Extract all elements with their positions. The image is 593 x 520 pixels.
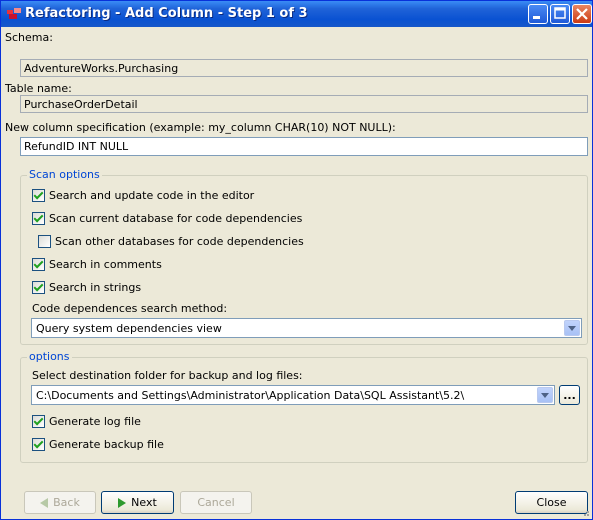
app-icon: [7, 8, 21, 19]
schema-label: Schema:: [5, 31, 53, 44]
chevron-down-icon[interactable]: [564, 320, 580, 336]
minimize-button[interactable]: [528, 4, 548, 24]
browse-folder-button[interactable]: ...: [559, 385, 580, 405]
window-title: Refactoring - Add Column - Step 1 of 3: [25, 6, 308, 21]
table-name-label: Table name:: [5, 82, 72, 95]
scan-other-db-checkbox[interactable]: Scan other databases for code dependenci…: [38, 233, 304, 249]
chevron-down-icon[interactable]: [537, 387, 553, 403]
checkbox-label: Search in strings: [49, 280, 142, 294]
destination-folder-value: C:\Documents and Settings\Administrator\…: [36, 389, 465, 402]
search-method-value: Query system dependencies view: [36, 322, 222, 335]
close-icon: [576, 8, 588, 20]
search-comments-checkbox[interactable]: Search in comments: [32, 256, 162, 272]
scan-current-db-checkbox[interactable]: Scan current database for code dependenc…: [32, 210, 302, 226]
checkbox-label: Generate backup file: [49, 437, 164, 451]
close-window-button[interactable]: [572, 4, 592, 24]
checkbox-icon: [32, 211, 45, 225]
generate-log-checkbox[interactable]: Generate log file: [32, 413, 141, 429]
destination-folder-select[interactable]: C:\Documents and Settings\Administrator\…: [31, 385, 555, 405]
checkbox-icon: [32, 188, 45, 202]
options-title: options: [27, 350, 72, 363]
destination-folder-label: Select destination folder for backup and…: [32, 369, 303, 382]
search-method-label: Code dependences search method:: [32, 302, 228, 315]
checkbox-icon: [32, 414, 45, 428]
arrow-left-icon: [40, 497, 49, 508]
dialog-content: Schema: AdventureWorks.Purchasing Table …: [1, 27, 592, 519]
cancel-button[interactable]: Cancel: [180, 491, 252, 514]
minimize-icon: [533, 16, 540, 19]
back-label: Back: [53, 496, 80, 509]
title-bar[interactable]: Refactoring - Add Column - Step 1 of 3: [1, 1, 592, 27]
search-update-editor-checkbox[interactable]: Search and update code in the editor: [32, 187, 254, 203]
generate-backup-checkbox[interactable]: Generate backup file: [32, 436, 164, 452]
close-button[interactable]: Close: [515, 491, 588, 514]
column-spec-label: New column specification (example: my_co…: [5, 121, 396, 134]
next-label: Next: [131, 496, 157, 509]
schema-field: AdventureWorks.Purchasing: [20, 59, 588, 77]
search-method-select[interactable]: Query system dependencies view: [31, 318, 582, 338]
checkbox-label: Generate log file: [49, 414, 141, 428]
checkbox-icon: [32, 437, 45, 451]
checkbox-icon: [32, 280, 45, 294]
maximize-icon: [554, 7, 566, 19]
resize-grip-icon[interactable]: [580, 507, 590, 517]
column-spec-input[interactable]: RefundID INT NULL: [20, 137, 588, 156]
checkbox-label: Search and update code in the editor: [49, 188, 255, 202]
checkbox-icon: [38, 234, 51, 248]
checkbox-icon: [32, 257, 45, 271]
next-button[interactable]: Next: [101, 491, 174, 514]
table-name-field: PurchaseOrderDetail: [20, 95, 588, 113]
refactoring-dialog: Refactoring - Add Column - Step 1 of 3 S…: [0, 0, 593, 520]
maximize-button[interactable]: [550, 4, 570, 24]
checkbox-label: Scan current database for code dependenc…: [49, 211, 303, 225]
scan-options-title: Scan options: [27, 168, 102, 181]
checkbox-label: Scan other databases for code dependenci…: [55, 234, 304, 248]
back-button[interactable]: Back: [24, 491, 96, 514]
search-strings-checkbox[interactable]: Search in strings: [32, 279, 141, 295]
arrow-right-icon: [118, 497, 127, 508]
checkbox-label: Search in comments: [49, 257, 162, 271]
